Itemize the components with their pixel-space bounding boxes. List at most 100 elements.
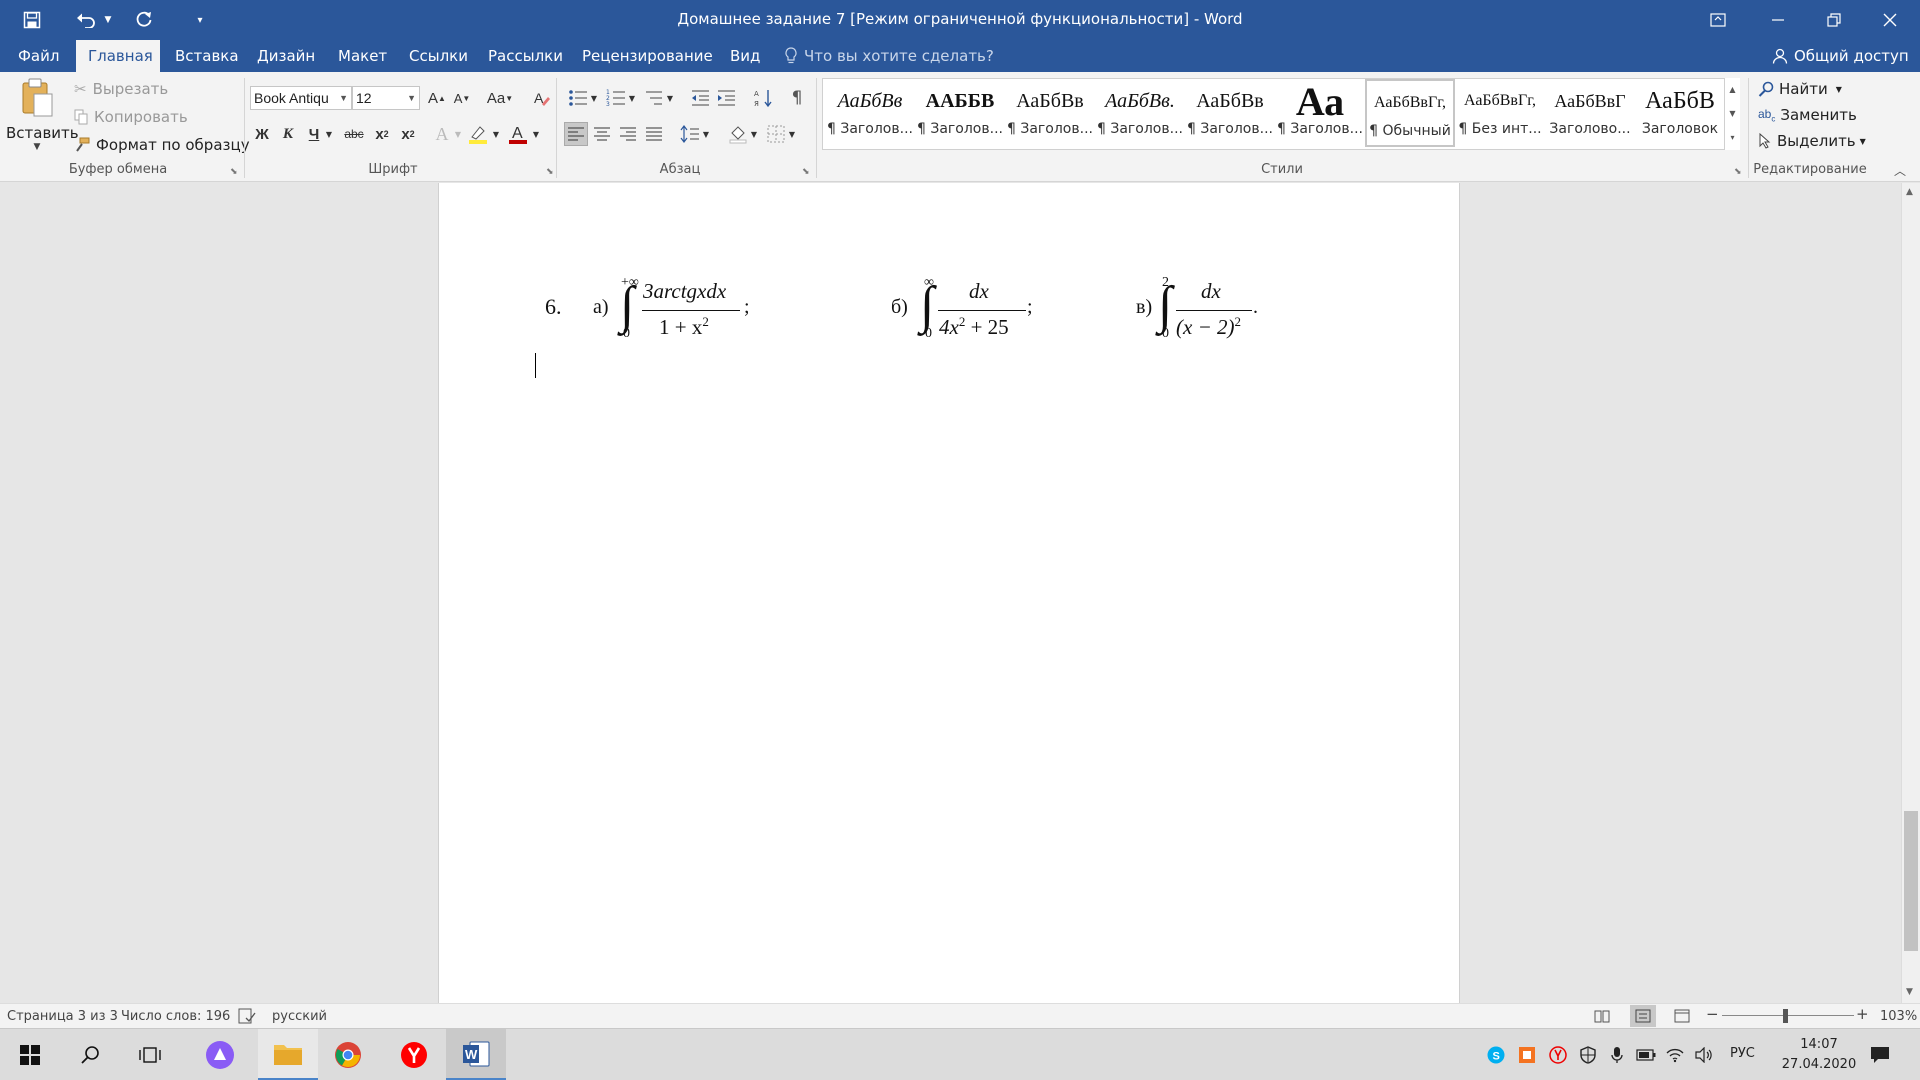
numbering-icon[interactable]: 123 — [604, 86, 628, 110]
tab-insert[interactable]: Вставка — [163, 40, 251, 72]
grow-font-icon[interactable]: A ▲ — [425, 86, 449, 110]
document-area[interactable]: 6. а) +∞ ∫ 0 3arctgxdx 1 + x2 ; б) ∞ ∫ 0… — [0, 183, 1901, 1003]
show-marks-icon[interactable]: ¶ — [785, 86, 809, 110]
styles-launcher-icon[interactable]: ⬊ — [1734, 167, 1742, 177]
task-view-button[interactable] — [120, 1029, 180, 1080]
shading-dropdown-icon[interactable]: ▼ — [748, 122, 760, 146]
highlight-icon[interactable] — [466, 122, 490, 146]
strikethrough-button[interactable]: abc — [340, 122, 368, 146]
share-button[interactable]: Общий доступ — [1772, 40, 1909, 72]
style-no-spacing[interactable]: АаБбВвГг, ¶ Без инт... — [1455, 79, 1545, 147]
text-effects-dropdown-icon[interactable]: ▼ — [452, 122, 464, 146]
font-launcher-icon[interactable]: ⬊ — [546, 167, 554, 177]
search-button[interactable] — [60, 1029, 120, 1080]
line-spacing-icon[interactable] — [678, 122, 702, 146]
restore-button[interactable] — [1806, 0, 1862, 40]
replace-button[interactable]: abc Заменить — [1758, 104, 1857, 126]
style-title[interactable]: АаБбВ Заголовок — [1635, 79, 1725, 147]
input-language[interactable]: РУС — [1730, 1046, 1755, 1061]
bullets-icon[interactable] — [566, 86, 590, 110]
clock[interactable]: 14:07 27.04.2020 — [1772, 1035, 1866, 1075]
undo-icon[interactable] — [72, 6, 100, 34]
taskbar-app-word[interactable]: W — [446, 1029, 506, 1080]
borders-icon[interactable] — [764, 122, 788, 146]
customize-qat-icon[interactable]: ▾ — [190, 6, 210, 34]
print-layout-icon[interactable] — [1630, 1005, 1656, 1027]
skype-icon[interactable]: S — [1486, 1045, 1506, 1065]
style-heading-1[interactable]: АаБбВвГ Заголово... — [1545, 79, 1635, 147]
underline-dropdown-icon[interactable]: ▼ — [322, 122, 336, 146]
align-right-icon[interactable] — [616, 122, 640, 146]
yandex-tray-icon[interactable] — [1548, 1045, 1568, 1065]
style-heading6[interactable]: Аа ¶ Заголов... — [1275, 79, 1365, 147]
taskbar-app-explorer[interactable] — [258, 1029, 318, 1080]
undo-dropdown-icon[interactable]: ▼ — [100, 6, 116, 34]
change-case-button[interactable]: Aa ▼ — [484, 86, 516, 110]
find-button[interactable]: Найти ▼ — [1758, 78, 1842, 100]
highlight-dropdown-icon[interactable]: ▼ — [490, 122, 502, 146]
document-page[interactable]: 6. а) +∞ ∫ 0 3arctgxdx 1 + x2 ; б) ∞ ∫ 0… — [438, 183, 1460, 1003]
tab-file[interactable]: Файл — [6, 40, 71, 72]
italic-button[interactable]: К — [276, 122, 300, 146]
more-styles-icon[interactable]: ▾ — [1725, 126, 1740, 150]
tab-references[interactable]: Ссылки — [397, 40, 480, 72]
zoom-slider-thumb[interactable] — [1783, 1009, 1788, 1023]
style-heading4[interactable]: АаБбВв. ¶ Заголов... — [1095, 79, 1185, 147]
notifications-icon[interactable] — [1869, 1044, 1891, 1066]
chevron-down-icon[interactable]: ▼ — [1725, 102, 1740, 126]
read-mode-icon[interactable] — [1594, 1009, 1610, 1027]
tab-mailings[interactable]: Рассылки — [476, 40, 575, 72]
tab-design[interactable]: Дизайн — [245, 40, 327, 72]
microphone-icon[interactable] — [1607, 1045, 1627, 1065]
align-center-icon[interactable] — [590, 122, 614, 146]
justify-icon[interactable] — [642, 122, 666, 146]
clear-formatting-icon[interactable]: A — [530, 86, 554, 110]
word-count[interactable]: Число слов: 196 — [121, 1009, 230, 1024]
close-button[interactable] — [1862, 0, 1918, 40]
shrink-font-icon[interactable]: A ▼ — [450, 86, 474, 110]
scroll-up-icon[interactable]: ▲ — [1906, 187, 1913, 197]
collapse-ribbon-icon[interactable]: ︿ — [1894, 162, 1906, 179]
language-status[interactable]: русский — [272, 1009, 327, 1024]
increase-indent-icon[interactable] — [714, 86, 738, 110]
numbering-dropdown-icon[interactable]: ▼ — [626, 86, 638, 110]
style-heading3[interactable]: АаБбВв ¶ Заголов... — [1005, 79, 1095, 147]
taskbar-app-yandex[interactable] — [384, 1029, 444, 1080]
tell-me-box[interactable]: Что вы хотите сделать? — [784, 40, 994, 72]
volume-icon[interactable] — [1694, 1045, 1714, 1065]
page-count[interactable]: Страница 3 из 3 — [7, 1009, 118, 1024]
sort-icon[interactable]: AЯ — [752, 86, 776, 110]
save-icon[interactable] — [18, 6, 46, 34]
format-painter-button[interactable]: Формат по образцу — [74, 134, 250, 156]
tab-review[interactable]: Рецензирование — [570, 40, 725, 72]
tab-layout[interactable]: Макет — [326, 40, 399, 72]
ribbon-display-icon[interactable] — [1690, 0, 1746, 40]
font-size-box[interactable]: 12 ▼ — [352, 86, 420, 110]
paste-button[interactable]: Вставить ▼ — [6, 76, 79, 156]
tab-home[interactable]: Главная — [76, 40, 160, 72]
font-color-dropdown-icon[interactable]: ▼ — [530, 122, 542, 146]
start-button[interactable] — [0, 1029, 60, 1080]
font-name-box[interactable]: Book Antiqu ▼ — [250, 86, 352, 110]
tab-view[interactable]: Вид — [718, 40, 772, 72]
chevron-up-icon[interactable]: ▲ — [1725, 78, 1740, 102]
superscript-icon[interactable]: x2 — [396, 122, 420, 146]
bullets-dropdown-icon[interactable]: ▼ — [588, 86, 600, 110]
zoom-level[interactable]: 103% — [1880, 1009, 1917, 1024]
align-left-icon[interactable] — [564, 122, 588, 146]
battery-icon[interactable] — [1636, 1045, 1656, 1065]
tray-app-orange-icon[interactable] — [1517, 1045, 1537, 1065]
paragraph-launcher-icon[interactable]: ⬊ — [802, 167, 810, 177]
clipboard-launcher-icon[interactable]: ⬊ — [230, 167, 238, 177]
proofing-icon[interactable] — [238, 1008, 256, 1028]
zoom-slider[interactable] — [1722, 1015, 1854, 1016]
vertical-scrollbar[interactable]: ▲ ▼ — [1901, 183, 1920, 1003]
multilevel-dropdown-icon[interactable]: ▼ — [664, 86, 676, 110]
web-layout-icon[interactable] — [1674, 1009, 1690, 1027]
line-spacing-dropdown-icon[interactable]: ▼ — [700, 122, 712, 146]
styles-gallery[interactable]: АаБбВв ¶ Заголов... ААББВ ¶ Заголов... А… — [822, 78, 1740, 150]
wifi-icon[interactable] — [1665, 1045, 1685, 1065]
zoom-in-icon[interactable]: + — [1856, 1005, 1869, 1023]
style-heading5[interactable]: АаБбВв ¶ Заголов... — [1185, 79, 1275, 147]
minimize-button[interactable] — [1750, 0, 1806, 40]
